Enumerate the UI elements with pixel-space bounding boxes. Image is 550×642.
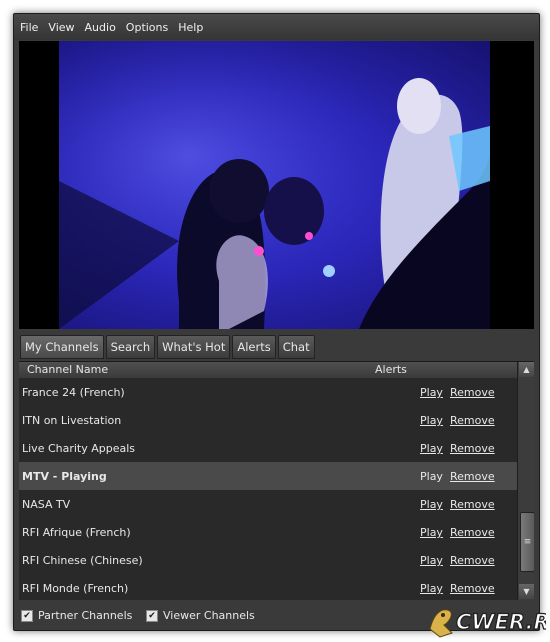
scroll-down-arrow-icon[interactable]: ▼: [519, 584, 534, 599]
remove-link[interactable]: Remove: [450, 498, 495, 511]
channel-name: France 24 (French): [22, 386, 125, 399]
play-link[interactable]: Play: [420, 582, 443, 595]
viewer-channels-checkbox[interactable]: ✔ Viewer Channels: [146, 609, 255, 622]
play-link[interactable]: Play: [420, 386, 443, 399]
viewer-channels-label: Viewer Channels: [163, 609, 255, 622]
tab-whats-hot[interactable]: What's Hot: [157, 335, 231, 359]
channel-row[interactable]: RFI Afrique (French) Play Remove: [19, 518, 517, 546]
tab-my-channels[interactable]: My Channels: [20, 335, 104, 359]
partner-channels-checkbox[interactable]: ✔ Partner Channels: [21, 609, 132, 622]
tab-alerts[interactable]: Alerts: [232, 335, 276, 359]
column-channel-name[interactable]: Channel Name: [27, 363, 108, 376]
channel-name: ITN on Livestation: [22, 414, 122, 427]
channel-name: RFI Monde (French): [22, 582, 129, 595]
channel-name: Live Charity Appeals: [22, 442, 136, 455]
remove-link[interactable]: Remove: [450, 442, 495, 455]
list-scrollbar[interactable]: ▲ ≡ ▼: [517, 362, 534, 600]
play-link[interactable]: Play: [420, 442, 443, 455]
channel-list: Channel Name Alerts France 24 (French) P…: [19, 361, 534, 600]
remove-link[interactable]: Remove: [450, 414, 495, 427]
channel-name: MTV - Playing: [22, 470, 107, 483]
channel-row[interactable]: NASA TV Play Remove: [19, 490, 517, 518]
channel-name: RFI Chinese (Chinese): [22, 554, 143, 567]
checkbox-check-icon[interactable]: ✔: [21, 609, 33, 622]
channel-row[interactable]: RFI Chinese (Chinese) Play Remove: [19, 546, 517, 574]
channel-row[interactable]: Live Charity Appeals Play Remove: [19, 434, 517, 462]
play-link[interactable]: Play: [420, 414, 443, 427]
channel-name: RFI Afrique (French): [22, 526, 131, 539]
channel-rows: France 24 (French) Play Remove ITN on Li…: [19, 378, 517, 600]
video-player[interactable]: [19, 41, 534, 329]
channel-name: NASA TV: [22, 498, 71, 511]
channel-row[interactable]: France 24 (French) Play Remove: [19, 378, 517, 406]
video-scene-image: [59, 41, 490, 329]
channel-row-playing[interactable]: MTV - Playing Play Remove: [19, 462, 517, 490]
play-link[interactable]: Play: [420, 526, 443, 539]
menu-file[interactable]: File: [14, 21, 42, 34]
play-link[interactable]: Play: [420, 554, 443, 567]
remove-link[interactable]: Remove: [450, 470, 495, 483]
menu-audio[interactable]: Audio: [79, 21, 120, 34]
list-header: Channel Name Alerts: [19, 362, 517, 379]
remove-link[interactable]: Remove: [450, 526, 495, 539]
video-frame: [59, 41, 490, 329]
scroll-up-arrow-icon[interactable]: ▲: [519, 362, 534, 377]
menu-bar: File View Audio Options Help: [14, 14, 539, 40]
channel-row[interactable]: RFI Monde (French) Play Remove: [19, 574, 517, 600]
remove-link[interactable]: Remove: [450, 554, 495, 567]
partner-channels-label: Partner Channels: [38, 609, 133, 622]
menu-view[interactable]: View: [42, 21, 78, 34]
watermark-text: CWER.RU: [456, 610, 546, 634]
channel-row[interactable]: ITN on Livestation Play Remove: [19, 406, 517, 434]
checkbox-check-icon[interactable]: ✔: [146, 609, 158, 622]
app-window: File View Audio Options Help My Channels…: [13, 13, 540, 631]
tab-chat[interactable]: Chat: [277, 335, 315, 359]
scroll-thumb[interactable]: ≡: [520, 512, 534, 572]
tab-search[interactable]: Search: [105, 335, 156, 359]
column-alerts[interactable]: Alerts: [375, 363, 407, 376]
menu-help[interactable]: Help: [172, 21, 207, 34]
menu-options[interactable]: Options: [120, 21, 172, 34]
play-label: Play: [420, 470, 443, 483]
remove-link[interactable]: Remove: [450, 386, 495, 399]
watermark-logo: CWER.RU: [429, 609, 546, 638]
tab-bar: My Channels Search What's Hot Alerts Cha…: [20, 335, 315, 359]
remove-link[interactable]: Remove: [450, 582, 495, 595]
play-link[interactable]: Play: [420, 498, 443, 511]
